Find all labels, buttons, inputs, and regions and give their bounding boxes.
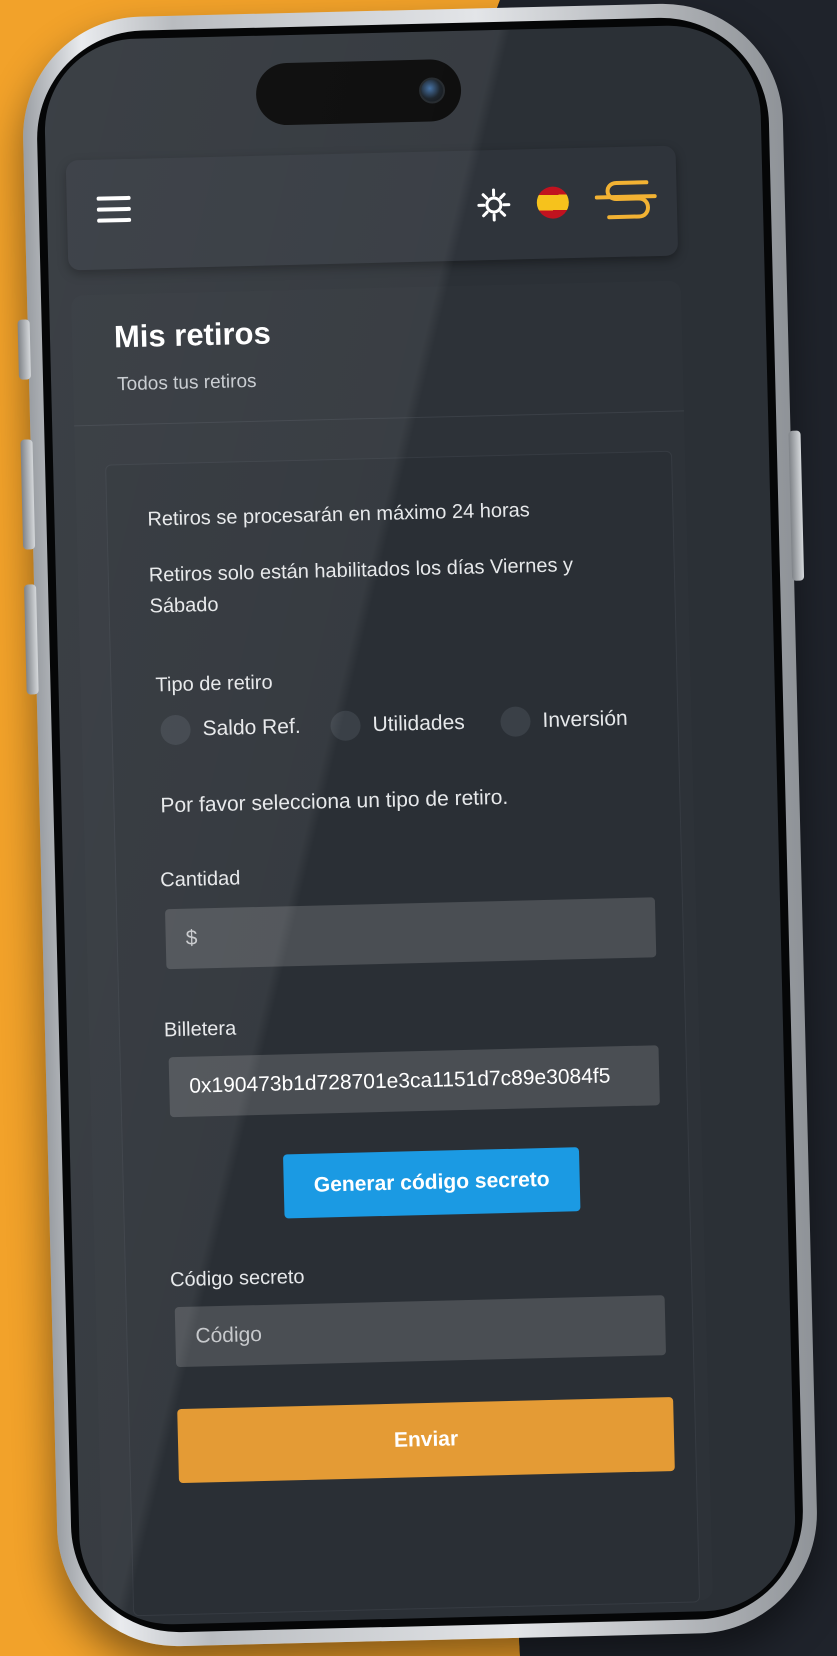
volume-down-button [24, 584, 39, 695]
generate-secret-code-button[interactable]: Generar código secreto [283, 1147, 581, 1219]
radio-button[interactable] [500, 706, 531, 737]
radio-label: Utilidades [372, 710, 466, 737]
radio-button[interactable] [330, 710, 361, 742]
radio-inversion[interactable]: Inversión [500, 701, 628, 740]
divider [74, 410, 684, 427]
phone-frame: Mis retiros Todos tus retiros Retiros se… [17, 0, 820, 1650]
phone-screen: Mis retiros Todos tus retiros Retiros se… [42, 23, 798, 1627]
secret-code-label: Código secreto [169, 1265, 305, 1292]
volume-up-button [20, 439, 36, 550]
processing-note: Retiros se procesarán en máximo 24 horas [147, 499, 531, 531]
withdraw-type-label: Tipo de retiro [155, 671, 273, 697]
withdraw-type-hint: Por favor selecciona un tipo de retiro. [160, 785, 509, 818]
amount-input[interactable] [164, 897, 657, 970]
secret-code-input[interactable] [174, 1295, 667, 1368]
wallet-input[interactable] [168, 1045, 660, 1118]
radio-saldo-ref[interactable]: Saldo Ref. [160, 709, 301, 748]
spain-flag-icon[interactable] [536, 186, 570, 219]
brand-logo-icon[interactable] [594, 176, 659, 226]
radio-button[interactable] [160, 714, 191, 746]
page-subtitle: Todos tus retiros [116, 370, 257, 396]
submit-button[interactable]: Enviar [177, 1396, 675, 1484]
withdraw-type-radio-group: Saldo Ref. Utilidades Inversión [160, 700, 661, 748]
mute-switch [17, 319, 31, 380]
days-note: Retiros solo están habilitados los días … [148, 554, 574, 618]
amount-label: Cantidad [160, 867, 241, 892]
wallet-label: Billetera [163, 1017, 237, 1042]
radio-label: Saldo Ref. [202, 714, 301, 741]
dynamic-island [255, 58, 462, 126]
radio-label: Inversión [542, 706, 628, 732]
page-title: Mis retiros [113, 315, 272, 355]
radio-utilidades[interactable]: Utilidades [330, 705, 465, 744]
hamburger-menu-icon[interactable] [96, 195, 132, 223]
camera-icon [418, 77, 446, 104]
top-navbar [65, 145, 679, 271]
withdraw-form: Retiros se procesarán en máximo 24 horas… [105, 450, 701, 1617]
sun-icon[interactable] [476, 188, 511, 223]
withdrawals-card: Mis retiros Todos tus retiros Retiros se… [70, 280, 714, 1617]
